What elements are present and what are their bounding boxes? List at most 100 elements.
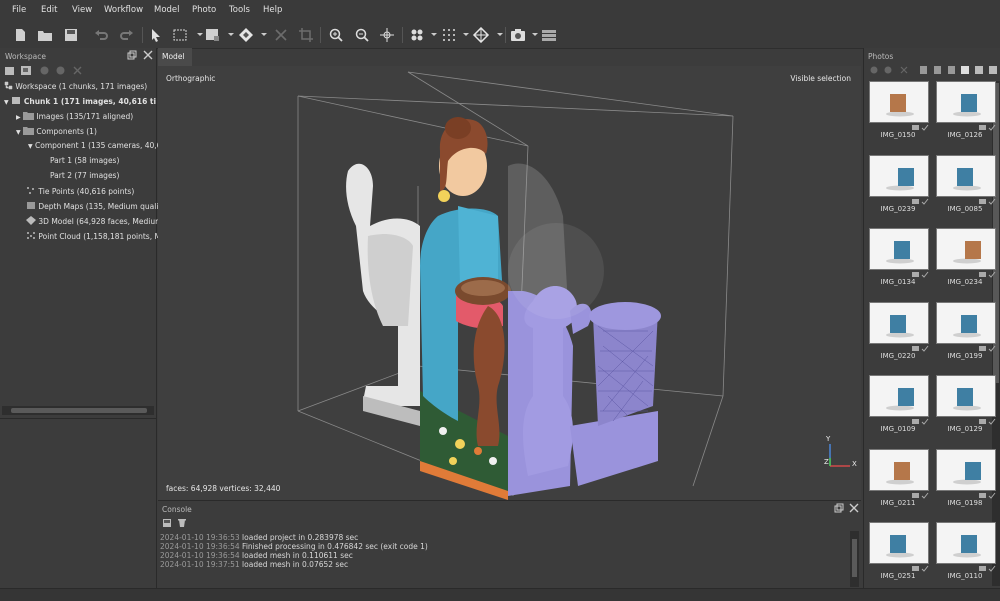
- tree-components[interactable]: ▼ Components (1): [16, 126, 97, 136]
- tree-tie-points[interactable]: Tie Points (40,616 points): [26, 186, 134, 196]
- tree-point-cloud[interactable]: Point Cloud (1,158,181 points, M: [26, 231, 161, 241]
- mesh-model: [508, 163, 661, 496]
- photo-thumbnail[interactable]: [936, 228, 996, 270]
- chevron-down-icon[interactable]: [490, 25, 510, 45]
- clear-log-icon[interactable]: [177, 518, 187, 528]
- tree-depth-maps[interactable]: Depth Maps (135, Medium qualit: [26, 201, 161, 211]
- remove-icon[interactable]: [40, 66, 49, 75]
- scrollbar-thumb[interactable]: [852, 539, 857, 577]
- tree-part-1[interactable]: Part 1 (58 images): [50, 156, 119, 165]
- layers-icon[interactable]: [539, 25, 559, 45]
- model-viewport[interactable]: Orthographic Visible selection faces: 64…: [158, 66, 861, 500]
- menu-view[interactable]: View: [72, 5, 92, 15]
- enable-icon[interactable]: [56, 66, 65, 75]
- save-icon[interactable]: [61, 25, 81, 45]
- open-icon[interactable]: [35, 25, 55, 45]
- expand-arrow-icon[interactable]: ▼: [4, 99, 9, 106]
- axis-label-y: Y: [826, 435, 831, 443]
- photo-label: IMG_0126: [947, 131, 983, 139]
- menu-help[interactable]: Help: [263, 5, 282, 15]
- photo-label: IMG_0129: [947, 425, 983, 433]
- menu-bar: File Edit View Workflow Model Photo Tool…: [0, 0, 1000, 22]
- photo-thumbnail[interactable]: [936, 448, 996, 491]
- photo-thumbnail[interactable]: [869, 154, 929, 197]
- model-view-icon[interactable]: [471, 25, 491, 45]
- chunk-icon: [12, 97, 21, 104]
- photo-label: IMG_0234: [947, 278, 983, 286]
- photo-label: IMG_0198: [947, 498, 983, 507]
- photo-thumbnail[interactable]: [936, 375, 996, 417]
- undock-icon[interactable]: [834, 503, 844, 513]
- save-log-icon[interactable]: [162, 518, 172, 528]
- move-icon[interactable]: [377, 25, 397, 45]
- collapse-arrow-icon[interactable]: ▶: [16, 114, 21, 121]
- tree-part-2[interactable]: Part 2 (77 images): [50, 171, 119, 180]
- tab-model[interactable]: Model: [158, 48, 192, 66]
- vertical-scrollbar[interactable]: [850, 531, 859, 587]
- mesh-stats: faces: 64,928 vertices: 32,440: [166, 484, 281, 493]
- navigation-cursor-icon[interactable]: [146, 25, 166, 45]
- undo-icon[interactable]: [91, 25, 111, 45]
- tree-part-2-label: Part 2 (77 images): [50, 171, 120, 180]
- tree-components-label: Components (1): [36, 127, 97, 136]
- tree-workspace[interactable]: Workspace (1 chunks, 171 images): [4, 81, 147, 91]
- photo-thumbnail[interactable]: [869, 375, 929, 417]
- trackball[interactable]: [508, 223, 604, 319]
- photo-thumbnail[interactable]: [936, 81, 996, 123]
- axis-label-z: Z: [824, 458, 829, 466]
- model-scene: [297, 71, 850, 500]
- menu-workflow[interactable]: Workflow: [104, 5, 143, 15]
- photo-thumbnail[interactable]: [869, 522, 929, 564]
- close-icon[interactable]: [143, 50, 153, 60]
- tree-3d-model-label: 3D Model (64,928 faces, Medium: [38, 217, 163, 226]
- redo-icon[interactable]: [117, 25, 137, 45]
- axis-label-x: X: [852, 460, 857, 468]
- tree-chunk-1[interactable]: ▼ Chunk 1 (171 images, 40,616 ti: [4, 96, 156, 106]
- crop-icon[interactable]: [296, 25, 316, 45]
- photo-thumbnail[interactable]: [936, 301, 996, 344]
- tree-component-1[interactable]: ▼ Component 1 (135 cameras, 40,6: [28, 141, 161, 150]
- toolbar: [0, 22, 1000, 49]
- menu-tools[interactable]: Tools: [229, 5, 250, 15]
- scrollbar-thumb[interactable]: [11, 408, 147, 413]
- horizontal-scrollbar[interactable]: [2, 406, 154, 415]
- tree-images[interactable]: ▶ Images (135/171 aligned): [16, 111, 133, 121]
- photos-toolbar: [868, 65, 1000, 77]
- add-chunk-icon[interactable]: [4, 65, 16, 76]
- expand-arrow-icon[interactable]: ▼: [28, 143, 33, 150]
- photo-label: IMG_0220: [880, 351, 916, 360]
- point-cloud-icon: [27, 232, 35, 239]
- photo-thumbnail[interactable]: [869, 228, 929, 270]
- add-photos-icon[interactable]: [20, 65, 32, 76]
- delete-selection-icon[interactable]: [271, 25, 291, 45]
- rotate-object-icon[interactable]: [236, 25, 256, 45]
- new-icon[interactable]: [10, 25, 30, 45]
- menu-file[interactable]: File: [12, 5, 26, 15]
- undock-icon[interactable]: [127, 50, 137, 60]
- tree-3d-model[interactable]: 3D Model (64,928 faces, Medium: [26, 216, 162, 226]
- photo-label: IMG_0134: [880, 278, 916, 286]
- log-line: 2024-01-10 19:37:51 loaded mesh in 0.076…: [160, 560, 349, 569]
- photo-label: IMG_0239: [880, 204, 916, 213]
- resize-region-icon[interactable]: [203, 25, 223, 45]
- workspace-icon: [4, 81, 13, 90]
- expand-arrow-icon[interactable]: ▼: [16, 129, 21, 136]
- disable-icon[interactable]: [73, 66, 82, 75]
- log-line: 2024-01-10 19:36:54 Finished processing …: [160, 542, 428, 551]
- photo-thumbnail[interactable]: [869, 301, 929, 344]
- photo-thumbnail[interactable]: [936, 154, 996, 197]
- zoom-out-icon[interactable]: [352, 25, 372, 45]
- folder-icon: [23, 127, 35, 135]
- menu-edit[interactable]: Edit: [41, 5, 57, 15]
- photo-label: IMG_0251: [880, 572, 916, 580]
- zoom-in-icon[interactable]: [326, 25, 346, 45]
- menu-model[interactable]: Model: [154, 5, 180, 15]
- photo-thumbnail[interactable]: [936, 522, 996, 564]
- tree-workspace-label: Workspace (1 chunks, 171 images): [15, 82, 148, 91]
- close-icon[interactable]: [849, 503, 859, 513]
- tree-images-label: Images (135/171 aligned): [36, 112, 134, 121]
- photo-thumbnail[interactable]: [869, 448, 929, 491]
- photo-thumbnail[interactable]: [869, 81, 929, 123]
- menu-photo[interactable]: Photo: [192, 5, 216, 15]
- rectangle-selection-icon[interactable]: [171, 25, 191, 45]
